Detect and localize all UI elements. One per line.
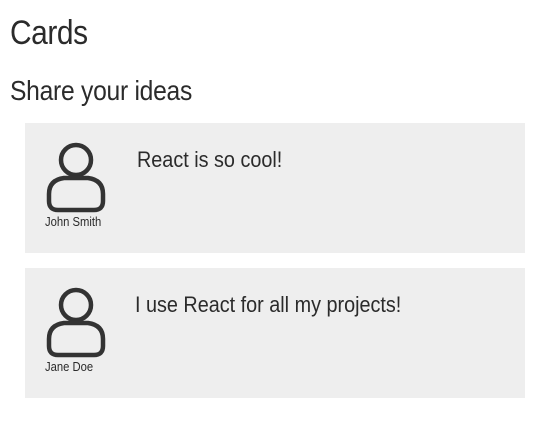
page-subtitle: Share your ideas bbox=[10, 75, 193, 106]
card-message: I use React for all my projects! bbox=[135, 292, 402, 317]
card-message: React is so cool! bbox=[137, 147, 283, 172]
page-title: Cards bbox=[10, 14, 88, 52]
user-icon bbox=[44, 287, 108, 359]
user-icon bbox=[44, 142, 108, 214]
card-author: Jane Doe bbox=[45, 360, 94, 374]
card-author: John Smith bbox=[45, 215, 102, 229]
idea-card: Jane Doe I use React for all my projects… bbox=[25, 268, 525, 398]
idea-card: John Smith React is so cool! bbox=[25, 123, 525, 253]
